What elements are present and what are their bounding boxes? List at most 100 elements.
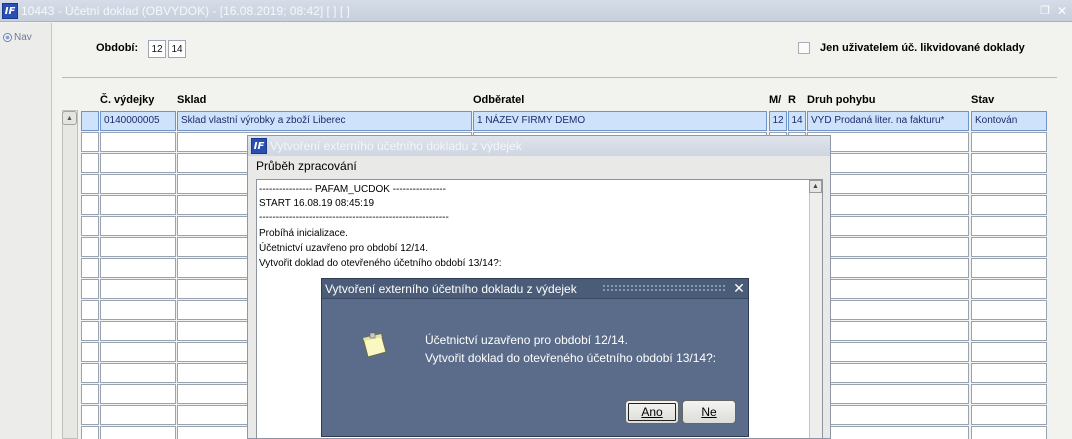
nav-radio-icon[interactable] xyxy=(3,33,12,42)
stav-cell[interactable] xyxy=(971,321,1047,341)
col-header-stav: Stav xyxy=(971,94,995,106)
close-icon[interactable]: ✕ xyxy=(1057,4,1071,18)
stav-cell[interactable] xyxy=(971,132,1047,152)
druh-pohybu-cell[interactable] xyxy=(807,132,969,152)
cislo-vydejky-cell[interactable] xyxy=(100,363,176,383)
stav-cell[interactable] xyxy=(971,174,1047,194)
cislo-vydejky-cell[interactable] xyxy=(100,342,176,362)
druh-pohybu-cell[interactable] xyxy=(807,384,969,404)
row-selector[interactable] xyxy=(81,195,99,215)
liquidated-only-checkbox[interactable] xyxy=(798,42,810,54)
stav-cell[interactable] xyxy=(971,153,1047,173)
stav-cell[interactable] xyxy=(971,258,1047,278)
row-selector[interactable] xyxy=(81,300,99,320)
log-scroll-up-icon[interactable]: ▲ xyxy=(809,180,822,193)
obdobi-from-field[interactable]: 12 xyxy=(148,40,166,58)
row-selector[interactable] xyxy=(81,132,99,152)
m-cell[interactable]: 12 xyxy=(769,111,787,131)
stav-cell[interactable] xyxy=(971,300,1047,320)
stav-cell[interactable] xyxy=(971,216,1047,236)
cislo-vydejky-cell[interactable]: 0140000005 xyxy=(100,111,176,131)
druh-pohybu-cell[interactable] xyxy=(807,342,969,362)
cislo-vydejky-cell[interactable] xyxy=(100,174,176,194)
progress-subtitle: Průběh zpracování xyxy=(256,159,357,173)
row-selector[interactable] xyxy=(81,363,99,383)
row-selector[interactable] xyxy=(81,111,99,131)
stav-cell[interactable]: Kontován xyxy=(971,111,1047,131)
druh-pohybu-cell[interactable] xyxy=(807,195,969,215)
row-selector[interactable] xyxy=(81,342,99,362)
note-icon xyxy=(362,332,387,358)
cislo-vydejky-cell[interactable] xyxy=(100,321,176,341)
dialog-close-icon[interactable]: ✕ xyxy=(731,280,747,297)
stav-cell[interactable] xyxy=(971,342,1047,362)
row-selector[interactable] xyxy=(81,405,99,425)
col-header-sklad: Sklad xyxy=(177,94,207,106)
no-button[interactable]: Ne xyxy=(682,400,736,424)
stav-cell[interactable] xyxy=(971,279,1047,299)
scroll-up-icon[interactable]: ▲ xyxy=(62,111,77,125)
druh-pohybu-cell[interactable] xyxy=(807,258,969,278)
druh-pohybu-cell[interactable] xyxy=(807,237,969,257)
druh-pohybu-cell[interactable] xyxy=(807,279,969,299)
odberatel-cell[interactable]: 1 NÁZEV FIRMY DEMO xyxy=(473,111,767,131)
nav-label[interactable]: Nav xyxy=(14,32,32,43)
row-selector[interactable] xyxy=(81,153,99,173)
row-selector[interactable] xyxy=(81,237,99,257)
cislo-vydejky-cell[interactable] xyxy=(100,195,176,215)
druh-pohybu-cell[interactable]: VYD Prodaná liter. na fakturu* xyxy=(807,111,969,131)
stav-cell[interactable] xyxy=(971,237,1047,257)
row-selector[interactable] xyxy=(81,321,99,341)
stav-cell[interactable] xyxy=(971,426,1047,439)
druh-pohybu-cell[interactable] xyxy=(807,363,969,383)
stav-cell[interactable] xyxy=(971,405,1047,425)
row-selector[interactable] xyxy=(81,216,99,236)
obdobi-label: Období: xyxy=(96,42,139,54)
cislo-vydejky-cell[interactable] xyxy=(100,300,176,320)
sklad-cell[interactable]: Sklad vlastní výrobky a zboží Liberec xyxy=(177,111,472,131)
stav-cell[interactable] xyxy=(971,195,1047,215)
row-selector[interactable] xyxy=(81,426,99,439)
restore-icon[interactable]: ❐ xyxy=(1040,4,1054,18)
cislo-vydejky-cell[interactable] xyxy=(100,237,176,257)
cislo-vydejky-cell[interactable] xyxy=(100,384,176,404)
log-line: ---------------- PAFAM_UCDOK -----------… xyxy=(259,184,446,195)
window-title: 10443 - Účetní doklad (OBVYDOK) - [16.08… xyxy=(21,4,350,18)
cislo-vydejky-cell[interactable] xyxy=(100,279,176,299)
table-scrollbar[interactable] xyxy=(62,110,78,439)
row-selector[interactable] xyxy=(81,258,99,278)
row-selector[interactable] xyxy=(81,279,99,299)
cislo-vydejky-cell[interactable] xyxy=(100,426,176,439)
liquidated-only-label: Jen uživatelem úč. likvidované doklady xyxy=(820,42,1025,54)
dialog-message-line2: Vytvořit doklad do otevřeného účetního o… xyxy=(425,351,717,365)
cislo-vydejky-cell[interactable] xyxy=(100,132,176,152)
druh-pohybu-cell[interactable] xyxy=(807,153,969,173)
app-logo-icon: IF xyxy=(2,3,18,19)
yes-button-label: Ano xyxy=(641,405,663,419)
stav-cell[interactable] xyxy=(971,363,1047,383)
dialog-message-line1: Účetnictví uzavřeno pro období 12/14. xyxy=(425,333,628,347)
r-cell[interactable]: 14 xyxy=(788,111,806,131)
log-line: START 16.08.19 08:45:19 xyxy=(259,198,375,209)
title-bar-grip xyxy=(602,284,726,293)
progress-window-title: Vytvoření externího účetního dokladu z v… xyxy=(270,139,522,153)
stav-cell[interactable] xyxy=(971,384,1047,404)
cislo-vydejky-cell[interactable] xyxy=(100,405,176,425)
row-selector[interactable] xyxy=(81,384,99,404)
dialog-title: Vytvoření externího účetního dokladu z v… xyxy=(325,282,577,296)
druh-pohybu-cell[interactable] xyxy=(807,321,969,341)
druh-pohybu-cell[interactable] xyxy=(807,216,969,236)
druh-pohybu-cell[interactable] xyxy=(807,426,969,439)
obdobi-to-field[interactable]: 14 xyxy=(168,40,186,58)
cislo-vydejky-cell[interactable] xyxy=(100,216,176,236)
yes-button[interactable]: Ano xyxy=(625,400,679,424)
log-scrollbar[interactable] xyxy=(809,180,822,438)
row-selector[interactable] xyxy=(81,174,99,194)
druh-pohybu-cell[interactable] xyxy=(807,300,969,320)
confirm-dialog: Vytvoření externího účetního dokladu z v… xyxy=(321,278,749,437)
dialog-title-bar[interactable]: Vytvoření externího účetního dokladu z v… xyxy=(322,279,748,299)
cislo-vydejky-cell[interactable] xyxy=(100,153,176,173)
cislo-vydejky-cell[interactable] xyxy=(100,258,176,278)
druh-pohybu-cell[interactable] xyxy=(807,405,969,425)
druh-pohybu-cell[interactable] xyxy=(807,174,969,194)
